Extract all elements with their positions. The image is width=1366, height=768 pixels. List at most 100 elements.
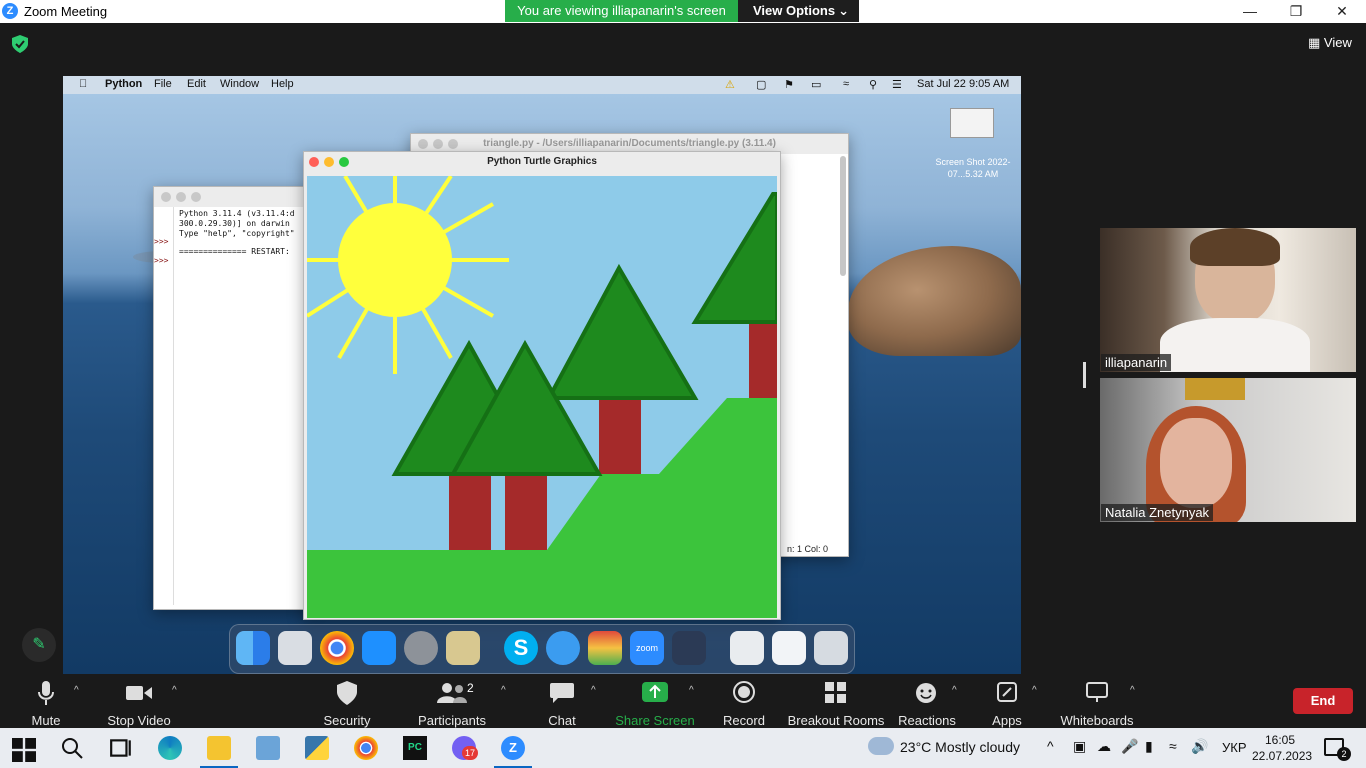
close-dot-icon[interactable]	[309, 157, 319, 167]
python-icon[interactable]	[305, 736, 329, 760]
turtle-window[interactable]: Python Turtle Graphics	[303, 151, 781, 620]
share-screen-icon[interactable]	[642, 682, 668, 702]
app-store-icon[interactable]	[362, 631, 396, 665]
edge-icon[interactable]	[158, 736, 182, 760]
zoom-app-icon[interactable]: zoom	[630, 631, 664, 665]
breakout-rooms-icon[interactable]	[825, 682, 847, 704]
restore-icon[interactable]: ❐	[1273, 0, 1319, 23]
screen-icon[interactable]: ▢	[756, 78, 766, 91]
zoom-taskbar-icon[interactable]: Z	[501, 736, 525, 760]
microphone-icon[interactable]: 🎤	[1121, 738, 1138, 755]
whiteboard-icon[interactable]	[1086, 682, 1108, 702]
wifi-icon[interactable]: ≈	[1169, 738, 1177, 754]
video-camera-icon[interactable]	[126, 684, 152, 702]
control-center-icon[interactable]: ☰	[892, 78, 902, 91]
security-shield-icon[interactable]	[337, 681, 357, 705]
video-tile-illiapanarin[interactable]: illiapanarin	[1100, 228, 1356, 372]
menu-file[interactable]: File	[154, 78, 172, 90]
chevron-up-icon[interactable]: ^	[501, 685, 506, 696]
minimize-icon[interactable]: —	[1227, 0, 1273, 23]
view-button[interactable]: ▦ View	[1308, 35, 1352, 51]
python-launcher-icon[interactable]	[446, 631, 480, 665]
bluestacks-icon[interactable]	[588, 631, 622, 665]
video-tile-natalia[interactable]: Natalia Znetynyak	[1100, 378, 1356, 522]
participants-button[interactable]: Participants	[418, 713, 486, 728]
close-dot-icon[interactable]	[418, 139, 428, 149]
reactions-button[interactable]: Reactions	[898, 713, 956, 728]
input-language[interactable]: УКР	[1222, 740, 1247, 755]
panel-splitter[interactable]	[1083, 362, 1086, 388]
chevron-up-icon[interactable]: ^	[1032, 685, 1037, 696]
close-icon[interactable]: ✕	[1319, 0, 1365, 23]
flag-icon[interactable]: ⚑	[784, 78, 794, 91]
taskbar-clock[interactable]: 16:05 22.07.2023	[1252, 732, 1312, 764]
minimize-dot-icon[interactable]	[433, 139, 443, 149]
chrome-icon[interactable]	[320, 631, 354, 665]
warning-icon[interactable]: ⚠	[725, 78, 735, 91]
chevron-up-icon[interactable]: ^	[1130, 685, 1135, 696]
chevron-up-icon[interactable]: ^	[689, 685, 694, 696]
apps-button[interactable]: Apps	[992, 713, 1022, 728]
apple-icon[interactable]: 	[79, 78, 87, 90]
chevron-up-icon[interactable]: ^	[172, 685, 177, 696]
menu-help[interactable]: Help	[271, 78, 294, 90]
battery-icon[interactable]: ▭	[811, 78, 821, 91]
pycharm-icon[interactable]: PC	[403, 736, 427, 760]
chrome-icon[interactable]	[354, 736, 378, 760]
chevron-up-icon[interactable]: ^	[952, 685, 957, 696]
zoom-dot-icon[interactable]	[339, 157, 349, 167]
whiteboards-button[interactable]: Whiteboards	[1061, 713, 1134, 728]
chevron-up-icon[interactable]: ^	[1047, 738, 1054, 754]
record-button[interactable]: Record	[723, 713, 765, 728]
launchpad-icon[interactable]	[278, 631, 312, 665]
editor-scrollbar[interactable]	[840, 156, 846, 276]
breakout-rooms-button[interactable]: Breakout Rooms	[788, 713, 885, 728]
chat-button[interactable]: Chat	[548, 713, 575, 728]
annotate-pencil-icon[interactable]: ✎	[22, 628, 56, 662]
menu-window[interactable]: Window	[220, 78, 259, 90]
security-button[interactable]: Security	[324, 713, 371, 728]
finder-icon[interactable]	[236, 631, 270, 665]
end-meeting-button[interactable]: End	[1293, 688, 1353, 714]
microphone-icon[interactable]	[37, 681, 55, 707]
menu-python[interactable]: Python	[105, 78, 142, 90]
zoom-dot-icon[interactable]	[448, 139, 458, 149]
wifi-icon[interactable]: ≈	[843, 78, 849, 90]
encryption-shield-icon[interactable]	[12, 35, 28, 53]
apps-icon[interactable]	[997, 682, 1017, 702]
trash-icon[interactable]	[814, 631, 848, 665]
view-options-button[interactable]: View Options ⌄	[738, 0, 859, 22]
safari-icon[interactable]	[546, 631, 580, 665]
volume-icon[interactable]: 🔊	[1191, 738, 1208, 755]
stop-video-button[interactable]: Stop Video	[107, 713, 170, 728]
pc-icon[interactable]	[256, 736, 280, 760]
search-icon[interactable]	[60, 736, 84, 760]
windows-start-icon[interactable]	[12, 738, 36, 762]
close-dot-icon[interactable]	[161, 192, 171, 202]
record-icon[interactable]	[733, 681, 755, 703]
shell-text[interactable]: Python 3.11.4 (v3.11.4:d 300.0.29.30)] o…	[179, 209, 309, 257]
file-explorer-icon[interactable]	[207, 736, 231, 760]
chat-bubble-icon[interactable]	[550, 683, 574, 703]
reactions-smiley-icon[interactable]	[915, 681, 939, 703]
share-screen-button[interactable]: Share Screen	[615, 713, 695, 728]
system-settings-icon[interactable]	[404, 631, 438, 665]
document-icon[interactable]	[730, 631, 764, 665]
chevron-up-icon[interactable]: ^	[591, 685, 596, 696]
task-view-icon[interactable]	[109, 736, 133, 760]
search-icon[interactable]: ⚲	[869, 78, 877, 91]
zoom-dot-icon[interactable]	[191, 192, 201, 202]
desktop-file-thumbnail[interactable]	[950, 108, 994, 138]
mute-button[interactable]: Mute	[32, 713, 61, 728]
chevron-up-icon[interactable]: ^	[74, 685, 79, 696]
cloud-icon[interactable]	[868, 737, 894, 755]
menu-edit[interactable]: Edit	[187, 78, 206, 90]
screenshot-stack-icon[interactable]	[772, 631, 806, 665]
minimize-dot-icon[interactable]	[176, 192, 186, 202]
participants-icon[interactable]	[437, 683, 467, 703]
minimize-dot-icon[interactable]	[324, 157, 334, 167]
rocket-icon[interactable]	[672, 631, 706, 665]
meet-now-icon[interactable]: ▣	[1073, 738, 1086, 755]
onedrive-icon[interactable]: ☁	[1097, 738, 1111, 755]
idle-shell-window[interactable]: >>> >>> Python 3.11.4 (v3.11.4:d 300.0.2…	[153, 186, 313, 610]
